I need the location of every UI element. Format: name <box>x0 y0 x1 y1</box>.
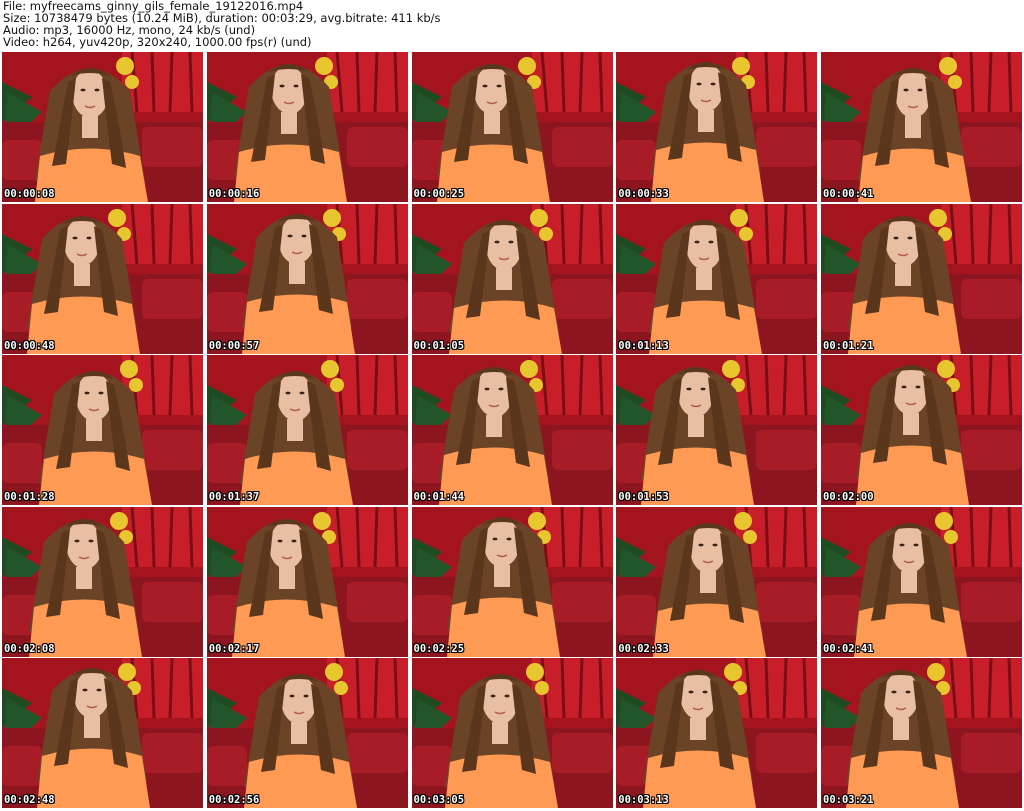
video-frame-image <box>206 506 408 657</box>
timestamp-label: 00:00:33 <box>618 188 669 200</box>
thumbnail-frame: 00:02:25 <box>411 506 613 657</box>
thumbnail-frame: 00:03:21 <box>821 658 1022 808</box>
video-frame-image <box>2 658 203 808</box>
thumbnail-frame: 00:02:33 <box>616 506 818 657</box>
thumbnail-frame: 00:00:16 <box>206 52 408 202</box>
file-info-header: File: myfreecams_ginny_gils_female_19122… <box>3 0 1021 48</box>
timestamp-label: 00:02:17 <box>208 642 260 655</box>
video-frame-image <box>616 658 818 808</box>
timestamp-label: 00:00:08 <box>4 188 55 200</box>
timestamp-label: 00:01:44 <box>413 491 465 503</box>
thumbnail-frame: 00:01:44 <box>411 355 613 505</box>
timestamp-label: 00:01:28 <box>4 491 55 503</box>
timestamp-label: 00:00:25 <box>413 188 465 200</box>
thumbnail-frame: 00:01:05 <box>411 203 613 354</box>
timestamp-label: 00:01:37 <box>208 491 260 503</box>
thumbnail-frame: 00:01:13 <box>616 203 818 354</box>
video-frame-image <box>2 52 203 202</box>
timestamp-label: 00:00:16 <box>208 188 260 200</box>
timestamp-label: 00:01:05 <box>413 339 465 352</box>
thumbnail-frame: 00:02:41 <box>821 506 1022 657</box>
video-frame-image <box>206 355 408 505</box>
thumbnail-frame: 00:00:08 <box>2 52 203 202</box>
timestamp-label: 00:01:13 <box>618 339 669 352</box>
video-frame-image <box>616 203 818 354</box>
thumbnail-frame: 00:02:48 <box>2 658 203 808</box>
video-frame-image <box>821 506 1022 657</box>
thumbnail-frame: 00:00:48 <box>2 203 203 354</box>
video-frame-image <box>411 52 613 202</box>
timestamp-label: 00:02:25 <box>413 642 465 655</box>
thumbnail-frame: 00:01:37 <box>206 355 408 505</box>
timestamp-label: 00:02:41 <box>823 642 874 655</box>
video-frame-image <box>411 658 613 808</box>
thumbnail-frame: 00:01:28 <box>2 355 203 505</box>
timestamp-label: 00:01:21 <box>823 339 874 352</box>
video-frame-image <box>2 355 203 505</box>
thumbnail-frame: 00:00:25 <box>411 52 613 202</box>
timestamp-label: 00:03:13 <box>618 794 669 806</box>
video-frame-image <box>821 52 1022 202</box>
timestamp-label: 00:00:57 <box>208 339 260 352</box>
thumbnail-frame: 00:00:33 <box>616 52 818 202</box>
video-info-line: Video: h264, yuv420p, 320x240, 1000.00 f… <box>3 35 312 49</box>
thumbnail-frame: 00:00:41 <box>821 52 1022 202</box>
timestamp-label: 00:03:05 <box>413 794 465 806</box>
video-frame-image <box>2 203 203 354</box>
thumbnail-frame: 00:02:08 <box>2 506 203 657</box>
video-frame-image <box>616 355 818 505</box>
thumbnail-grid: 00:00:08 00:00:16 00:00:25 00:00:33 00:00:41… <box>2 52 1022 808</box>
video-frame-image <box>821 355 1022 505</box>
timestamp-label: 00:00:48 <box>4 339 55 352</box>
video-frame-image <box>821 658 1022 808</box>
timestamp-label: 00:02:00 <box>823 491 874 503</box>
video-frame-image <box>411 506 613 657</box>
timestamp-label: 00:01:53 <box>618 491 669 503</box>
video-frame-image <box>411 355 613 505</box>
video-frame-image <box>206 203 408 354</box>
timestamp-label: 00:02:48 <box>4 794 55 806</box>
video-frame-image <box>2 506 203 657</box>
timestamp-label: 00:02:56 <box>208 794 260 806</box>
timestamp-label: 00:00:41 <box>823 188 874 200</box>
video-frame-image <box>616 52 818 202</box>
video-frame-image <box>206 52 408 202</box>
video-frame-image <box>411 203 613 354</box>
thumbnail-frame: 00:02:17 <box>206 506 408 657</box>
timestamp-label: 00:03:21 <box>823 794 874 806</box>
timestamp-label: 00:02:33 <box>618 642 669 655</box>
thumbnail-frame: 00:02:56 <box>206 658 408 808</box>
thumbnail-frame: 00:03:13 <box>616 658 818 808</box>
video-frame-image <box>206 658 408 808</box>
timestamp-label: 00:02:08 <box>4 642 55 655</box>
thumbnail-frame: 00:01:21 <box>821 203 1022 354</box>
video-frame-image <box>821 203 1022 354</box>
thumbnail-frame: 00:03:05 <box>411 658 613 808</box>
thumbnail-frame: 00:00:57 <box>206 203 408 354</box>
video-frame-image <box>616 506 818 657</box>
thumbnail-frame: 00:02:00 <box>821 355 1022 505</box>
thumbnail-frame: 00:01:53 <box>616 355 818 505</box>
